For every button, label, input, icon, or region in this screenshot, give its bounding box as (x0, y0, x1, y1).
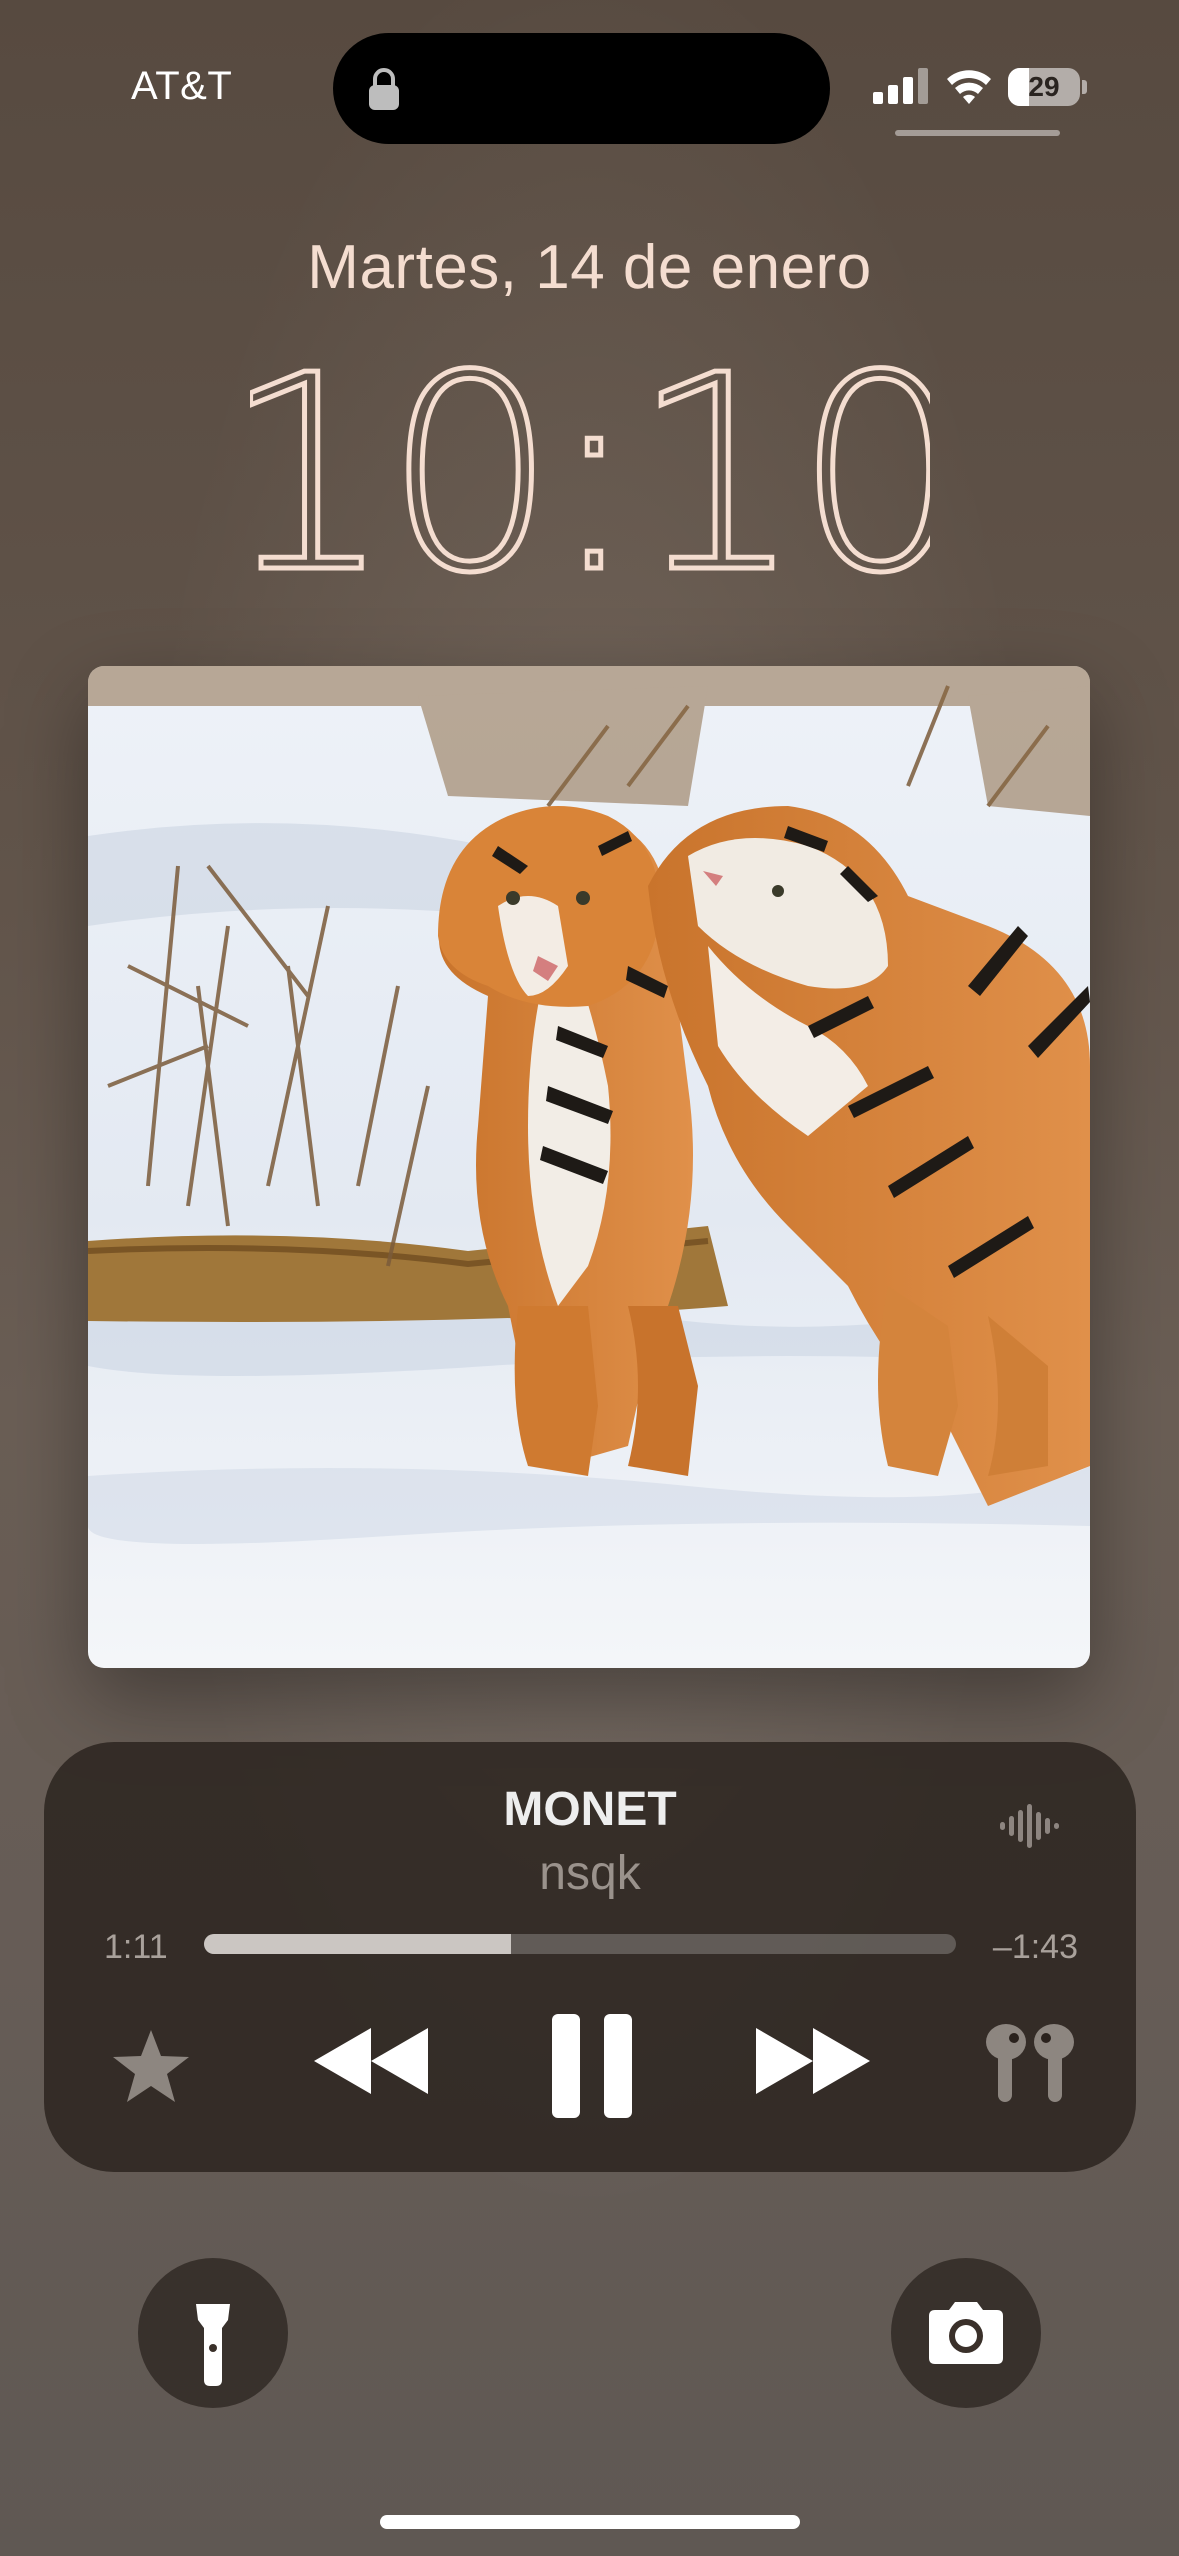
battery-icon: 29 (1008, 68, 1080, 106)
lockscreen-time: 10:10 (250, 340, 930, 590)
home-indicator[interactable] (380, 2515, 800, 2529)
wifi-icon (947, 70, 991, 104)
lockscreen-clock: 10:10 (250, 340, 930, 590)
pause-icon[interactable] (552, 2014, 632, 2118)
airpods-icon[interactable] (984, 2018, 1076, 2106)
status-bar: AT&T 29 (0, 0, 1179, 170)
signal-icon (873, 68, 928, 104)
battery-nub (1082, 80, 1087, 94)
playback-scrubber[interactable] (204, 1934, 956, 1954)
rewind-icon[interactable] (314, 2028, 428, 2094)
dynamic-island[interactable] (333, 33, 830, 144)
flashlight-icon (196, 2304, 230, 2386)
album-artwork[interactable] (88, 666, 1090, 1668)
fast-forward-icon[interactable] (756, 2028, 870, 2094)
camera-icon (929, 2302, 1003, 2364)
audio-waveform-icon[interactable] (998, 1804, 1060, 1848)
star-icon[interactable] (110, 2026, 192, 2106)
control-center-indicator[interactable] (895, 130, 1060, 136)
playback-progress-fill (204, 1934, 511, 1954)
song-artist[interactable]: nsqk (44, 1846, 1136, 1901)
song-title[interactable]: MONET (44, 1782, 1136, 1837)
remaining-time: –1:43 (992, 1928, 1078, 1966)
carrier-label: AT&T (131, 64, 233, 108)
elapsed-time: 1:11 (104, 1928, 168, 1966)
now-playing-widget: MONET nsqk 1:11 –1:43 (44, 1742, 1136, 2172)
flashlight-button[interactable] (138, 2258, 288, 2408)
battery-percentage: 29 (1028, 71, 1060, 102)
tigers-artwork-image (88, 666, 1090, 1668)
lockscreen-date: Martes, 14 de enero (307, 233, 872, 302)
camera-button[interactable] (891, 2258, 1041, 2408)
lock-icon (369, 68, 399, 110)
